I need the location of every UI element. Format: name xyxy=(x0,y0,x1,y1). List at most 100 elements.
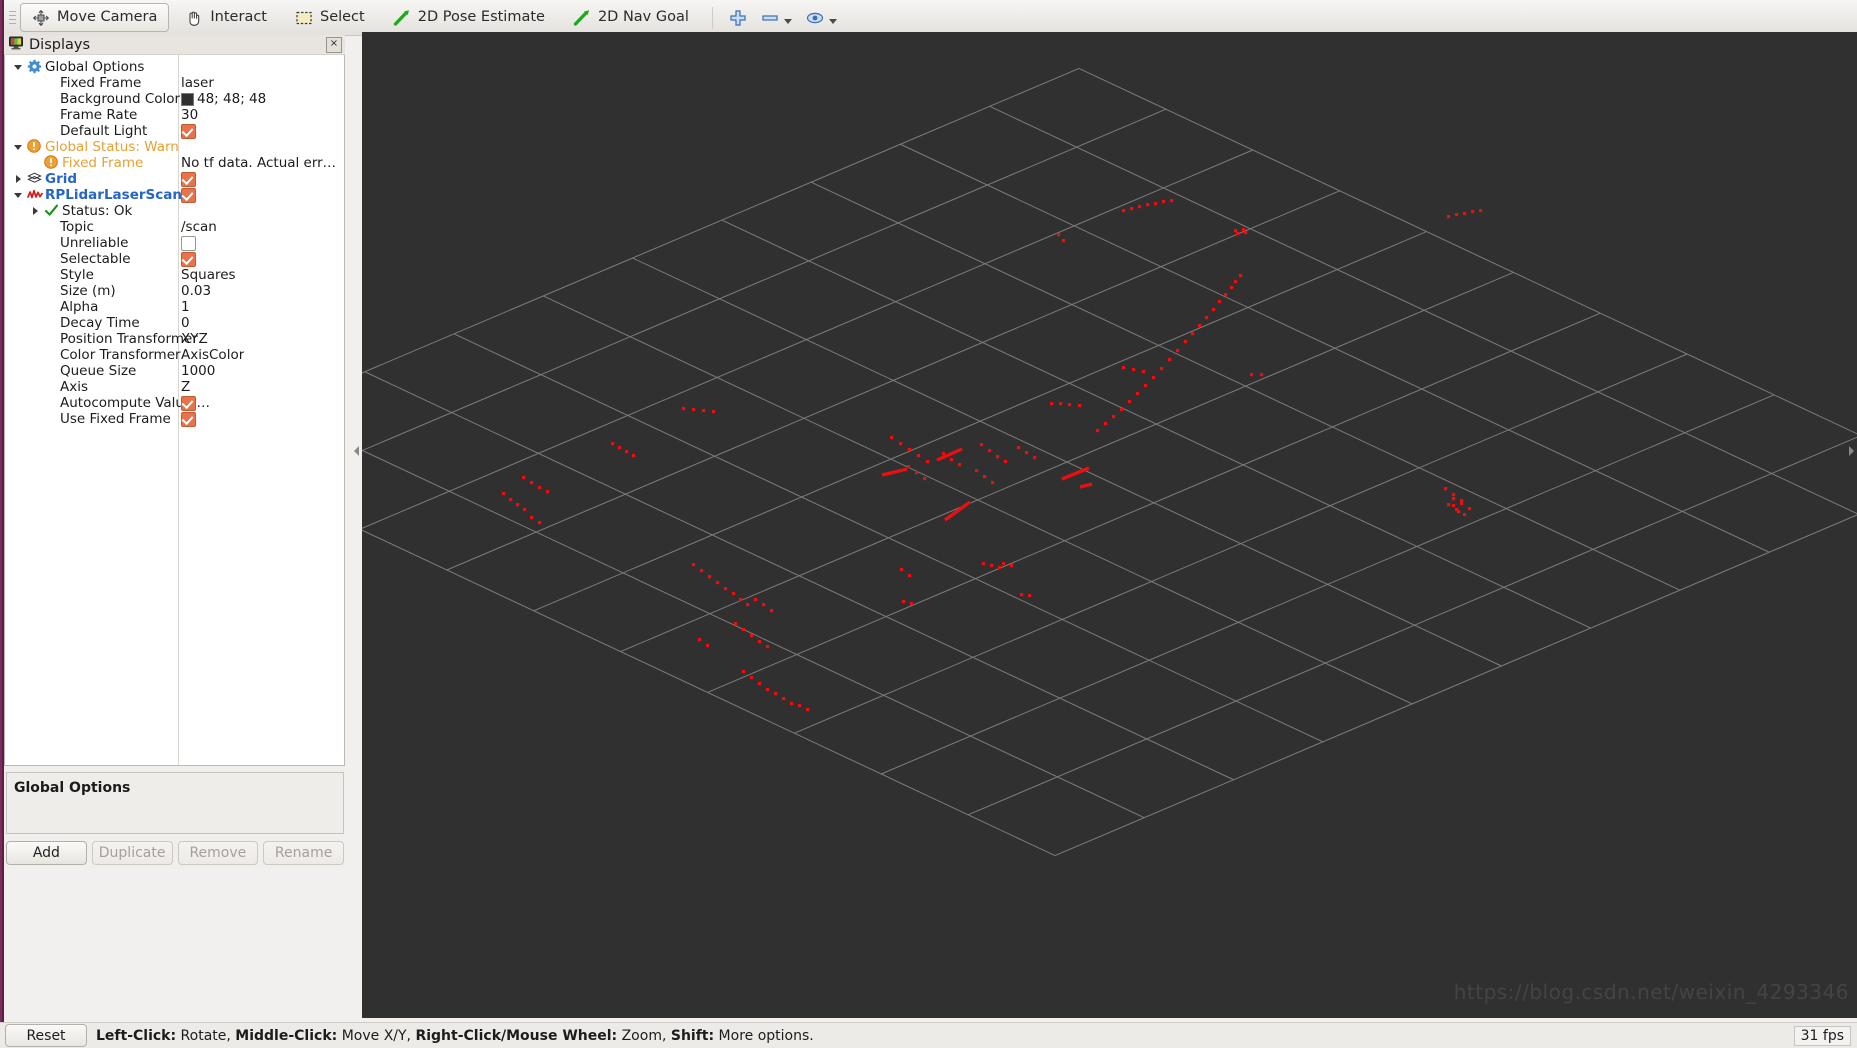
property-row[interactable]: Global Options xyxy=(5,59,344,75)
status-bar: Reset Left-Click: Rotate, Middle-Click: … xyxy=(0,1022,1857,1048)
ground-grid xyxy=(362,67,1857,857)
property-name: Axis xyxy=(60,379,89,395)
chevron-down-icon-2[interactable] xyxy=(828,18,837,24)
property-value[interactable]: 48; 48; 48 xyxy=(197,91,266,107)
property-checkbox[interactable] xyxy=(181,188,196,203)
property-row[interactable]: Use Fixed Frame xyxy=(5,411,344,427)
chevron-down-icon[interactable] xyxy=(13,187,23,203)
color-swatch[interactable] xyxy=(181,93,194,106)
property-name: Status: Ok xyxy=(62,203,133,219)
toolbar-button-2d-nav-goal[interactable]: 2D Nav Goal xyxy=(561,3,701,32)
hand-icon xyxy=(185,9,203,27)
plus-icon xyxy=(729,9,747,27)
chevron-right-icon[interactable] xyxy=(13,171,23,187)
property-value[interactable]: laser xyxy=(181,75,214,91)
toolbar-button-2d-pose-estimate[interactable]: 2D Pose Estimate xyxy=(381,3,557,32)
property-checkbox[interactable] xyxy=(181,124,196,139)
property-checkbox[interactable] xyxy=(181,252,196,267)
property-checkbox[interactable] xyxy=(181,172,196,187)
displays-button-row: Add Duplicate Remove Rename xyxy=(6,841,344,865)
chevron-down-icon[interactable] xyxy=(13,139,23,155)
property-value[interactable]: 0.03 xyxy=(181,283,211,299)
toolbar-button-interact[interactable]: Interact xyxy=(173,3,279,32)
dock-collapse-handle-left[interactable] xyxy=(352,443,361,459)
property-row[interactable]: Size (m) 0.03 xyxy=(5,283,344,299)
remove-tool-button[interactable] xyxy=(757,5,796,31)
property-value[interactable]: AxisColor xyxy=(181,347,244,363)
hint-segment: More options. xyxy=(714,1027,814,1044)
3d-render-view[interactable]: https://blog.csdn.net/weixin_4293346 xyxy=(362,32,1857,1018)
property-row[interactable]: Decay Time 0 xyxy=(5,315,344,331)
move-camera-icon xyxy=(32,9,50,27)
monitor-icon xyxy=(9,36,23,54)
property-value[interactable]: 30 xyxy=(181,107,198,123)
property-name: Background Color xyxy=(60,91,181,107)
property-row[interactable]: Fixed Frame laser xyxy=(5,75,344,91)
property-row[interactable]: Topic/scan xyxy=(5,219,344,235)
chevron-right-icon[interactable] xyxy=(30,203,40,219)
property-checkbox[interactable] xyxy=(181,236,196,251)
rename-button: Rename xyxy=(263,841,344,865)
warning-icon xyxy=(44,155,59,170)
add-tool-button[interactable] xyxy=(725,5,751,31)
property-row[interactable]: Axis Z xyxy=(5,379,344,395)
minus-icon xyxy=(761,9,779,27)
property-value[interactable]: XYZ xyxy=(181,331,208,347)
toolbar-button-move-camera[interactable]: Move Camera xyxy=(20,3,170,32)
property-row[interactable]: Alpha 1 xyxy=(5,299,344,315)
property-value[interactable]: No tf data. Actual error: Fi… xyxy=(181,155,341,171)
property-name: Queue Size xyxy=(60,363,137,379)
property-value[interactable]: Squares xyxy=(181,267,236,283)
toolbar-button-label: 2D Pose Estimate xyxy=(417,9,545,26)
property-row[interactable]: Frame Rate 30 xyxy=(5,107,344,123)
chevron-down-icon[interactable] xyxy=(783,18,792,24)
property-value[interactable]: 1000 xyxy=(181,363,215,379)
property-row[interactable]: Style Squares xyxy=(5,267,344,283)
tool-properties-button[interactable] xyxy=(802,5,841,31)
watermark-text: https://blog.csdn.net/weixin_4293346 xyxy=(1453,980,1849,1004)
hint-segment: Left-Click: xyxy=(96,1027,177,1044)
property-checkbox[interactable] xyxy=(181,412,196,427)
property-row[interactable]: Global Status: Warn xyxy=(5,139,344,155)
chevron-down-icon[interactable] xyxy=(13,59,23,75)
displays-property-tree[interactable]: Global Options Fixed Frame laser Background… xyxy=(4,55,345,766)
property-name: Decay Time xyxy=(60,315,140,331)
property-row[interactable]: Unreliable xyxy=(5,235,344,251)
property-row[interactable]: Selectable xyxy=(5,251,344,267)
description-panel: Global Options xyxy=(6,772,344,834)
property-value[interactable]: /scan xyxy=(181,219,217,235)
property-row[interactable]: Fixed Frame No tf data. Actual error: Fi… xyxy=(5,155,344,171)
toolbar-button-label: Interact xyxy=(210,9,267,26)
property-name: Style xyxy=(60,267,94,283)
nav-goal-arrow-icon xyxy=(573,9,591,27)
property-checkbox[interactable] xyxy=(181,396,196,411)
property-name: Unreliable xyxy=(60,235,129,251)
property-row[interactable]: Autocompute Value … xyxy=(5,395,344,411)
rviz-window: Move Camera Interact Select 2D Pose Estimat… xyxy=(0,0,1857,1048)
hint-segment: Right-Click/Mouse Wheel: xyxy=(415,1027,618,1044)
grid-icon xyxy=(27,171,42,186)
property-row[interactable]: Position Transformer XYZ xyxy=(5,331,344,347)
add-button[interactable]: Add xyxy=(6,841,87,865)
hint-segment: Shift: xyxy=(670,1027,715,1044)
toolbar-drag-handle[interactable] xyxy=(6,7,18,29)
property-row[interactable]: Color Transformer AxisColor xyxy=(5,347,344,363)
property-name: Position Transformer xyxy=(60,331,198,347)
reset-button[interactable]: Reset xyxy=(5,1024,87,1047)
close-icon[interactable]: × xyxy=(326,36,342,53)
toolbar-button-select[interactable]: Select xyxy=(283,3,377,32)
toolbar-separator xyxy=(711,6,713,29)
property-value[interactable]: 0 xyxy=(181,315,190,331)
property-name: Default Light xyxy=(60,123,148,139)
pose-arrow-icon xyxy=(393,9,411,27)
property-value[interactable]: 1 xyxy=(181,299,190,315)
toolbar-button-label: Move Camera xyxy=(57,9,158,26)
property-row[interactable]: Background Color 48; 48; 48 xyxy=(5,91,344,107)
property-value[interactable]: Z xyxy=(181,379,190,395)
dock-expand-handle-right[interactable] xyxy=(1847,443,1856,459)
property-row[interactable]: Default Light xyxy=(5,123,344,139)
property-row[interactable]: Status: Ok xyxy=(5,203,344,219)
property-row[interactable]: RPLidarLaserScan xyxy=(5,187,344,203)
property-row[interactable]: Queue Size 1000 xyxy=(5,363,344,379)
property-row[interactable]: Grid xyxy=(5,171,344,187)
